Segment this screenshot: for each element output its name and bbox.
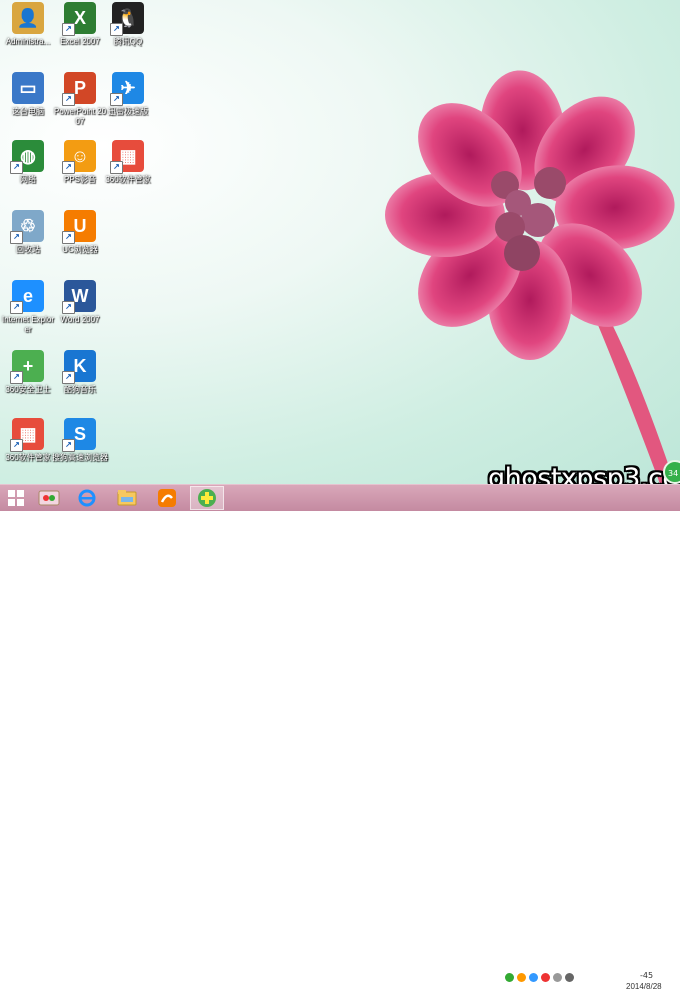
- desktop-icon[interactable]: ▦ ↗ 360软件管家: [0, 418, 56, 463]
- network-globe-icon: ◍ ↗: [10, 140, 44, 174]
- software-manager-icon: ▦ ↗: [10, 418, 44, 452]
- security-guard-icon: [198, 489, 216, 507]
- tray-app-icon[interactable]: [529, 973, 538, 982]
- shortcut-arrow-icon: ↗: [62, 93, 75, 106]
- powerpoint-icon: P ↗: [62, 72, 96, 106]
- sogou-browser-icon: S ↗: [62, 418, 96, 452]
- software-manager-icon: ▦ ↗: [110, 140, 144, 174]
- start-button[interactable]: [4, 486, 28, 510]
- tray-volume-icon[interactable]: [565, 973, 574, 982]
- desktop-icon[interactable]: S ↗ 搜狗高速浏览器: [52, 418, 108, 463]
- clock-time[interactable]: -45: [640, 971, 653, 980]
- desktop-icon-label: 网络: [20, 175, 36, 184]
- desktop-icon[interactable]: ◍ ↗ 网络: [0, 140, 56, 185]
- pps-player-icon: ☺ ↗: [62, 140, 96, 174]
- shortcut-arrow-icon: ↗: [10, 439, 23, 452]
- desktop-icon[interactable]: + ↗ 360安全卫士: [0, 350, 56, 395]
- excel-icon: X ↗: [62, 2, 96, 36]
- tray-app-icon[interactable]: [517, 973, 526, 982]
- recycle-bin-icon: ♲ ↗: [10, 210, 44, 244]
- desktop-icon-label: 360软件管家: [105, 175, 151, 184]
- windows-start-icon: [8, 490, 24, 506]
- uc-browser-icon: [158, 489, 176, 507]
- tray-app-icon[interactable]: [553, 973, 562, 982]
- desktop-icon-label: Administra...: [5, 37, 51, 46]
- desktop-icon-label: Word 2007: [60, 315, 100, 324]
- tray-360-icon[interactable]: [505, 973, 514, 982]
- ie-icon: [78, 489, 96, 507]
- qq-penguin-icon: 🐧 ↗: [110, 2, 144, 36]
- desktop-icon-label: 360安全卫士: [5, 385, 51, 394]
- shortcut-arrow-icon: ↗: [62, 301, 75, 314]
- shortcut-arrow-icon: ↗: [10, 161, 23, 174]
- shortcut-arrow-icon: ↗: [110, 93, 123, 106]
- word-icon: W ↗: [62, 280, 96, 314]
- thunder-bird-icon: ✈ ↗: [110, 72, 144, 106]
- desktop-icon[interactable]: ▭ 这台电脑: [0, 72, 56, 117]
- shortcut-arrow-icon: ↗: [62, 231, 75, 244]
- shortcut-arrow-icon: ↗: [62, 439, 75, 452]
- desktop: 👤 Administra... X ↗ Excel 2007 🐧 ↗ 腾讯QQ ▭ 这台电脑 P ↗ P…: [0, 0, 680, 484]
- shortcut-arrow-icon: ↗: [62, 23, 75, 36]
- notification-badge[interactable]: 34: [663, 460, 680, 484]
- taskbar-uc-browser[interactable]: [152, 486, 182, 510]
- watermark-text: ghostxpsp3.com: [488, 463, 680, 484]
- taskbar-360-security[interactable]: [190, 486, 224, 510]
- desktop-icon-label: 迅雷极速版: [108, 107, 148, 116]
- shortcut-arrow-icon: ↗: [62, 371, 75, 384]
- clock-date[interactable]: 2014/8/28: [626, 982, 662, 991]
- kugou-icon: K ↗: [62, 350, 96, 384]
- taskbar-internet-explorer[interactable]: [72, 486, 102, 510]
- desktop-icon-label: 搜狗高速浏览器: [52, 453, 108, 462]
- ie-icon: e ↗: [10, 280, 44, 314]
- shortcut-arrow-icon: ↗: [110, 161, 123, 174]
- desktop-icon-label: 回收站: [16, 245, 40, 254]
- shortcut-arrow-icon: ↗: [110, 23, 123, 36]
- shortcut-arrow-icon: ↗: [10, 231, 23, 244]
- security-guard-icon: + ↗: [10, 350, 44, 384]
- desktop-icon[interactable]: W ↗ Word 2007: [52, 280, 108, 325]
- desktop-icon-label: UC浏览器: [62, 245, 98, 254]
- desktop-icon[interactable]: 👤 Administra...: [0, 2, 56, 47]
- desktop-icon-label: Internet Explorer: [1, 315, 55, 334]
- system-tray[interactable]: [505, 973, 574, 982]
- taskbar-app-grid[interactable]: [34, 486, 64, 510]
- taskbar: -45 2014/8/28: [0, 484, 680, 991]
- shortcut-arrow-icon: ↗: [10, 371, 23, 384]
- shortcut-arrow-icon: ↗: [62, 161, 75, 174]
- desktop-icon[interactable]: ✈ ↗ 迅雷极速版: [100, 72, 156, 117]
- app-grid-icon: [38, 490, 60, 506]
- shortcut-arrow-icon: ↗: [10, 301, 23, 314]
- desktop-icon-label: 这台电脑: [12, 107, 44, 116]
- desktop-icon[interactable]: U ↗ UC浏览器: [52, 210, 108, 255]
- computer-icon: ▭: [12, 72, 44, 104]
- desktop-icon-label: 腾讯QQ: [113, 37, 143, 46]
- taskbar-file-explorer[interactable]: [112, 486, 142, 510]
- desktop-icon[interactable]: e ↗ Internet Explorer: [0, 280, 56, 335]
- desktop-icon[interactable]: 🐧 ↗ 腾讯QQ: [100, 2, 156, 47]
- file-explorer-icon: [117, 490, 137, 506]
- uc-browser-icon: U ↗: [62, 210, 96, 244]
- desktop-icon[interactable]: ▦ ↗ 360软件管家: [100, 140, 156, 185]
- desktop-icon[interactable]: K ↗ 酷狗音乐: [52, 350, 108, 395]
- desktop-icon[interactable]: ♲ ↗ 回收站: [0, 210, 56, 255]
- desktop-icon-label: 360软件管家: [5, 453, 51, 462]
- tray-app-icon[interactable]: [541, 973, 550, 982]
- desktop-icon-label: 酷狗音乐: [64, 385, 96, 394]
- folder-user-icon: 👤: [12, 2, 44, 34]
